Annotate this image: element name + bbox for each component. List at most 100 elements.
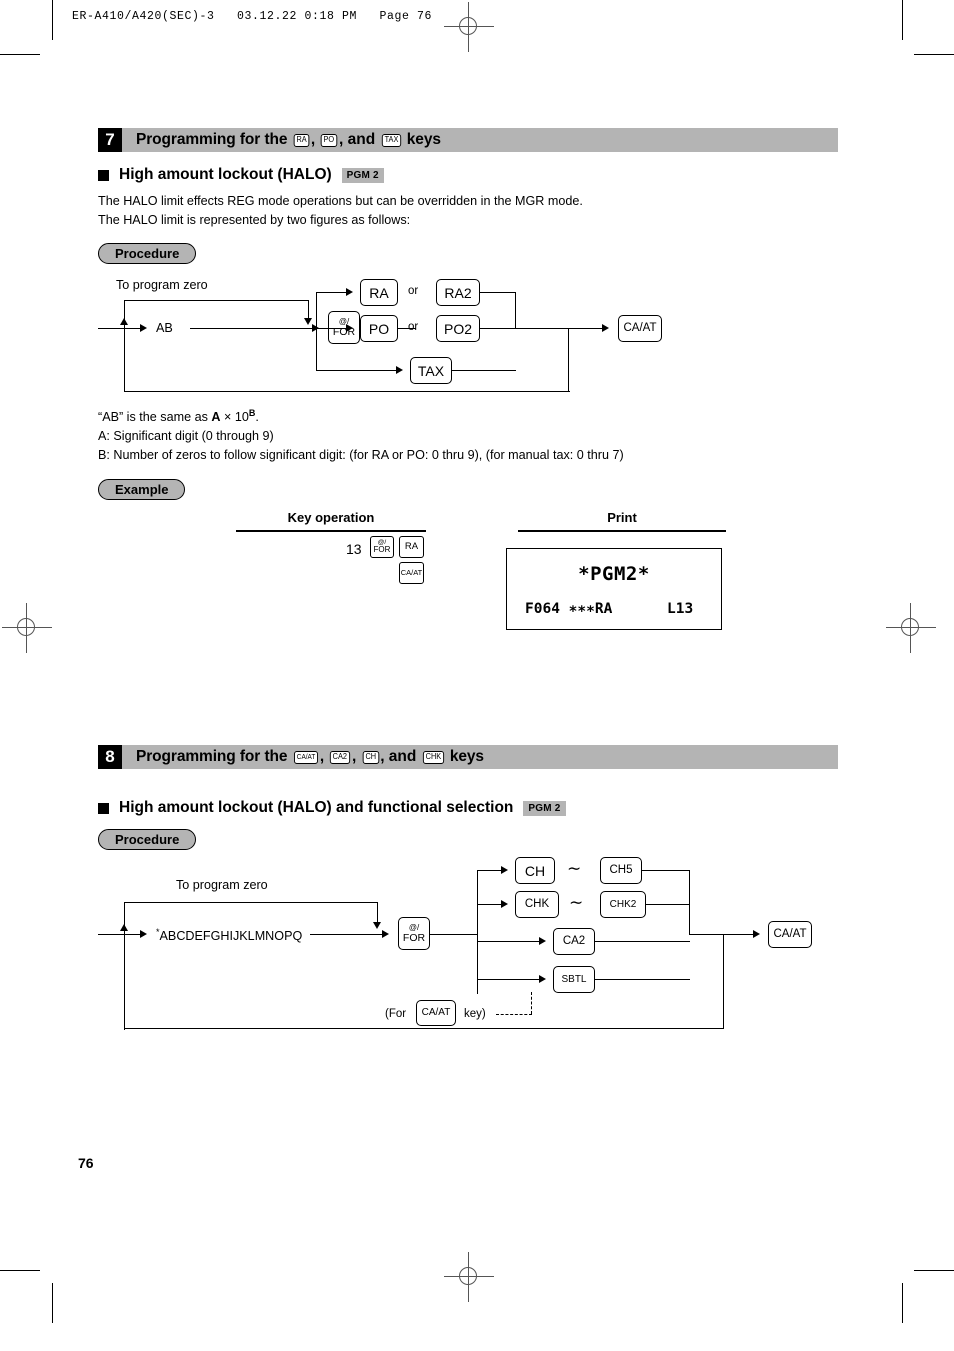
registration-mark-left [2, 603, 52, 653]
po-keycap-icon: PO [321, 133, 338, 147]
diagram-8-input-arrow [140, 929, 147, 938]
diagram-8-sbtl-out [595, 979, 690, 981]
diagram-8-entry-junction-vertical [124, 902, 126, 1030]
diagram-7-row1-line [316, 292, 346, 294]
for-key-2-line-2: FOR [402, 931, 426, 944]
diagram-7-row2-line [316, 328, 346, 330]
diagram-8-row1-line [477, 870, 501, 872]
crop-mark-top-right-horizontal [914, 54, 954, 55]
square-bullet-icon [98, 169, 109, 181]
crop-mark-bottom-left-horizontal [0, 1270, 40, 1271]
caat-keycap-icon: CA/AT [293, 750, 318, 764]
diagram-8-input-label: *ABCDEFGHIJKLMNOPQ [156, 927, 302, 943]
crop-mark-top-left-vertical [52, 0, 53, 40]
diagram-8-for-note-dotted-line [496, 1014, 532, 1015]
section-8-subheading-row: High amount lockout (HALO) and functiona… [98, 799, 838, 817]
chk-key: CHK [515, 891, 559, 918]
diagram-7-po2-out [480, 328, 602, 330]
po2-key-label: PO2 [443, 320, 472, 337]
tax-key-label: TAX [417, 362, 445, 379]
example-ra-keycap-icon: RA [399, 536, 424, 559]
diagram-7-ab-label: AB [156, 321, 173, 335]
page-number: 76 [78, 1155, 94, 1171]
section-7-body-line-1: The HALO limit effects REG mode operatio… [98, 194, 583, 208]
diagram-8-for-note-post: key) [464, 1008, 486, 1020]
crop-mark-bottom-right-vertical [902, 1283, 903, 1323]
example-column-print-rule [518, 530, 726, 532]
caat-key: CA/AT [618, 315, 662, 342]
section-7-pgm-badge: PGM 2 [341, 167, 384, 183]
section-7-title-pre: Programming for the [136, 131, 288, 148]
caat-key-label: CA/AT [623, 321, 657, 334]
ra2-key: RA2 [436, 279, 480, 306]
ch-keycap-icon: CH [362, 750, 379, 764]
running-head: ER-A410/A420(SEC)-3 03.12.22 0:18 PM Pag… [72, 10, 433, 23]
sbtl-key-label: SBTL [561, 973, 587, 985]
diagram-8-chk2-out [646, 904, 690, 906]
diagram-8-row4-arrow [539, 974, 546, 983]
diagram-8-bypass-arrow [373, 922, 381, 929]
diagram-8-bypass-line [124, 902, 378, 904]
diagram-8-ca2-out [595, 941, 690, 943]
po2-key: PO2 [436, 315, 480, 342]
example-for-keycap-line-2: FOR [373, 545, 391, 555]
section-7-sep-1: , [310, 131, 316, 148]
diagram-8-row1-arrow [501, 865, 508, 874]
diagram-8-row3-arrow [539, 936, 546, 945]
ch5-key: CH5 [600, 857, 642, 884]
square-bullet-icon-2 [98, 802, 109, 814]
section-7-number: 7 [98, 128, 122, 152]
po-key: PO [360, 315, 398, 342]
section-8-title: Programming for the CA/AT, CA2, CH, and … [136, 748, 484, 766]
procedure-label-7: Procedure [98, 243, 197, 264]
section-7-notes: “AB” is the same as A × 10B. A: Signific… [98, 404, 838, 465]
example-ra-keycap-label: RA [404, 541, 419, 553]
diagram-7-row1-arrow [346, 287, 353, 296]
tax-key: TAX [410, 357, 452, 384]
note-ab-end: . [255, 410, 259, 425]
diagram-7-bypass-line [124, 300, 309, 302]
section-8: 8 Programming for the CA/AT, CA2, CH, an… [98, 745, 838, 1051]
caat-key-2: CA/AT [768, 921, 812, 948]
section-7-subheading-row: High amount lockout (HALO) PGM 2 [98, 166, 838, 184]
diagram-7-entry-junction-vertical [124, 300, 126, 392]
ra-keycap-icon: RA [293, 133, 310, 147]
diagram-8-entry-line [98, 934, 140, 936]
section-7-example-row: Example [98, 479, 838, 501]
receipt-line-1: *PGM2* [578, 563, 650, 586]
section-8-title-post: keys [449, 748, 484, 765]
receipt-line-2-left: F064 ∗∗∗RA [525, 601, 613, 618]
diagram-8-zero-note: To program zero [176, 878, 268, 892]
chk2-key-label: CHK2 [609, 898, 637, 910]
diagram-8-return-line [124, 1028, 724, 1030]
diagram-7-ab-to-for-line [190, 328, 312, 330]
diagram-8-for-note-dotted-drop [531, 992, 532, 1014]
diagram-8-return-arrow [120, 924, 128, 931]
diagram-7-ab-arrow [140, 323, 147, 332]
example-column-print-title: Print [607, 510, 637, 526]
for-note-caat-key: CA/AT [416, 1000, 456, 1026]
sbtl-key: SBTL [553, 966, 595, 993]
po-key-label: PO [368, 320, 390, 337]
diagram-8-input-text: ABCDEFGHIJKLMNOPQ [159, 929, 303, 944]
example-keyop-number: 13 [346, 541, 362, 558]
crop-mark-bottom-right-horizontal [914, 1270, 954, 1271]
note-ab-times: × 10 [220, 410, 249, 425]
ca2-key: CA2 [553, 928, 595, 955]
section-7-note-ab: “AB” is the same as A × 10B. [98, 404, 838, 427]
procedure-label-8: Procedure [98, 829, 197, 850]
diagram-8-return-drop [723, 934, 725, 1029]
section-8-number: 8 [98, 745, 122, 769]
diagram-7-or-label-2: or [408, 321, 419, 333]
example-for-keycap-icon: @/ FOR [370, 536, 394, 559]
example-caat-keycap-label: CA/AT [400, 568, 423, 578]
section-7-example-block: Key operation Print 13 @/ FOR RA CA/AT *… [98, 510, 838, 640]
diagram-7-bypass-drop [308, 300, 310, 320]
diagram-7-row3-line [316, 370, 396, 372]
section-7-procedure-row: Procedure [98, 243, 838, 264]
section-7-header-bar: 7 Programming for the RA, PO, and TAX ke… [98, 128, 838, 152]
diagram-8-row2-line [477, 904, 501, 906]
caat-key-2-label: CA/AT [773, 927, 807, 940]
diagram-8-ch5-out [642, 870, 690, 872]
section-8-title-pre: Programming for the [136, 748, 288, 765]
